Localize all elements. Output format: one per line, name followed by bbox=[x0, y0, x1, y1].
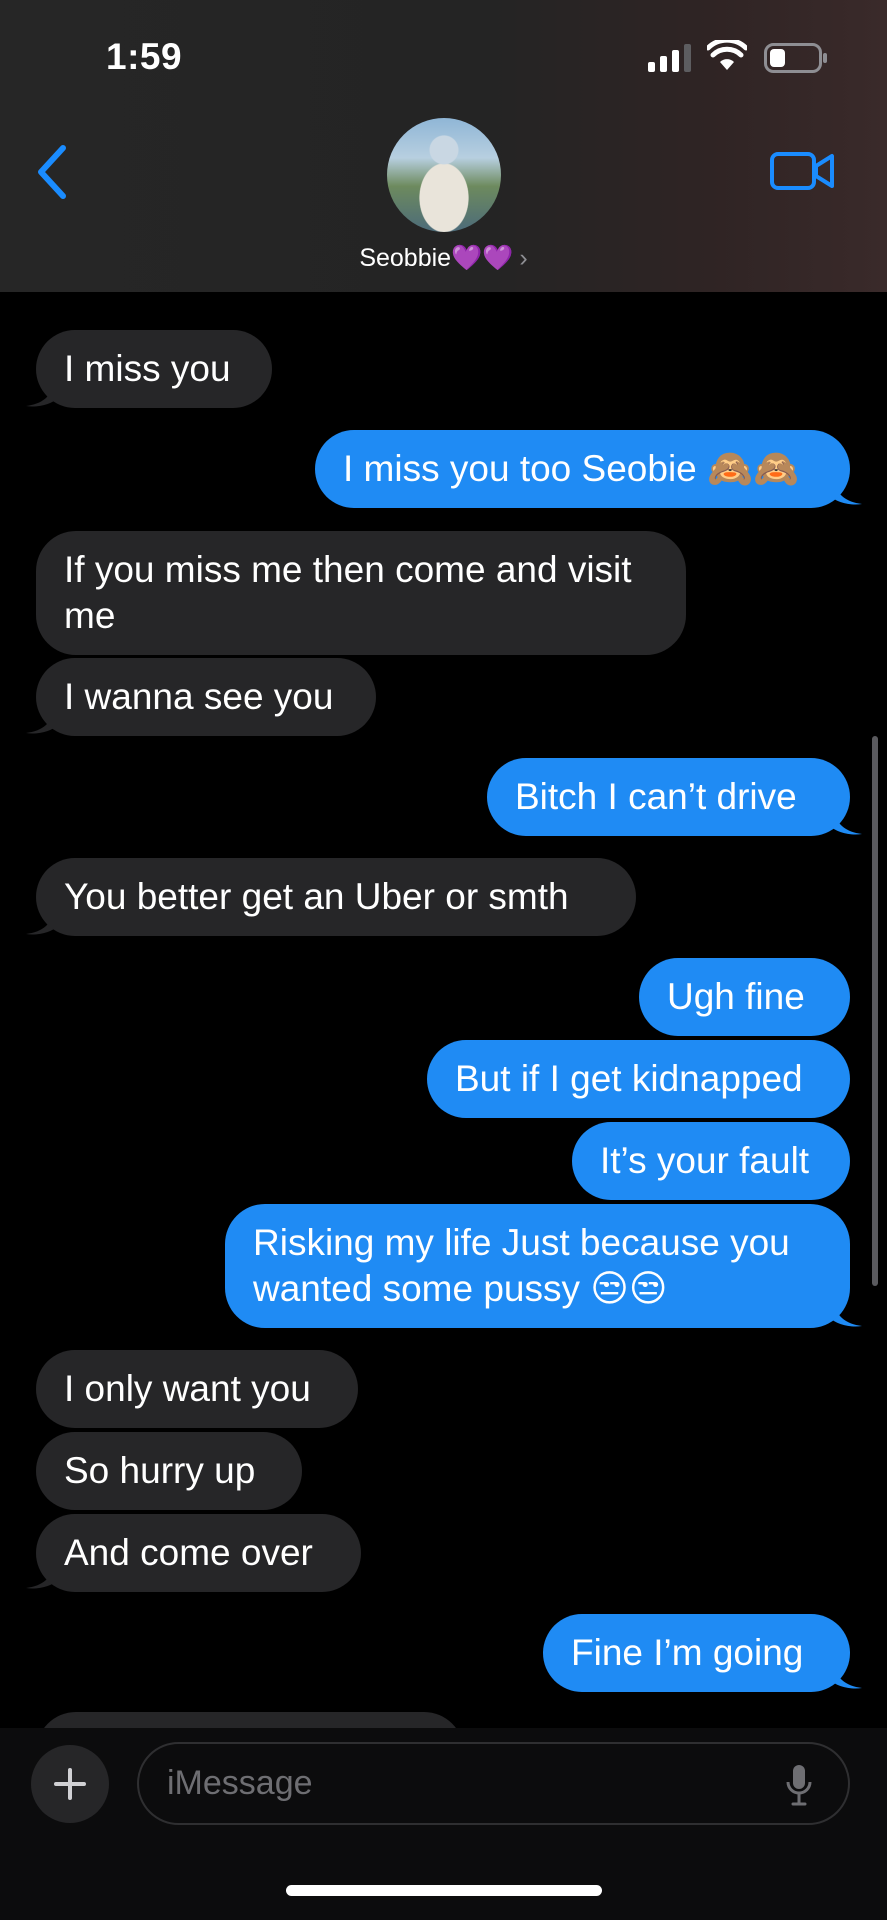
sent-message[interactable]: Bitch I can’t drive bbox=[487, 758, 850, 836]
received-message[interactable]: I miss you bbox=[36, 330, 272, 408]
status-time: 1:59 bbox=[106, 36, 183, 77]
sent-message[interactable]: Ugh fine bbox=[639, 958, 850, 1036]
contact-name: Seobbie💜💜 bbox=[359, 244, 514, 272]
back-chevron-icon[interactable] bbox=[34, 144, 70, 200]
received-message[interactable]: And come over bbox=[36, 1514, 361, 1592]
sent-message[interactable]: Risking my life Just because you wanted … bbox=[225, 1204, 850, 1328]
battery-icon bbox=[764, 43, 827, 73]
sent-message[interactable]: I miss you too Seobie 🙈🙈 bbox=[315, 430, 850, 508]
contact-name-button[interactable]: Seobbie💜💜 › bbox=[0, 244, 887, 273]
conversation-header: 1:59 Seobbie💜💜 › bbox=[0, 0, 887, 292]
signal-icon bbox=[648, 44, 691, 72]
messages-screen: 1:59 Seobbie💜💜 › I miss you I miss you t… bbox=[0, 0, 887, 1920]
message-input[interactable] bbox=[167, 1744, 747, 1823]
received-message[interactable]: If you miss me then come and visit me bbox=[36, 531, 686, 655]
video-call-icon[interactable] bbox=[770, 150, 834, 192]
imessage-field[interactable] bbox=[137, 1742, 850, 1825]
received-message[interactable]: So hurry up bbox=[36, 1432, 302, 1510]
contact-avatar[interactable] bbox=[387, 118, 501, 232]
contact-chevron-icon: › bbox=[519, 244, 528, 272]
received-message[interactable]: I only want you bbox=[36, 1350, 358, 1428]
plus-icon bbox=[54, 1768, 86, 1800]
home-indicator[interactable] bbox=[286, 1885, 602, 1896]
plus-button[interactable] bbox=[31, 1745, 109, 1823]
microphone-icon[interactable] bbox=[786, 1764, 812, 1806]
sent-message[interactable]: Fine I’m going bbox=[543, 1614, 850, 1692]
sent-message[interactable]: It’s your fault bbox=[572, 1122, 850, 1200]
sent-message[interactable]: But if I get kidnapped bbox=[427, 1040, 850, 1118]
received-message[interactable]: I wanna see you bbox=[36, 658, 376, 736]
scrollbar[interactable] bbox=[872, 736, 878, 1286]
received-message[interactable]: You better get an Uber or smth bbox=[36, 858, 636, 936]
wifi-icon bbox=[707, 40, 747, 70]
